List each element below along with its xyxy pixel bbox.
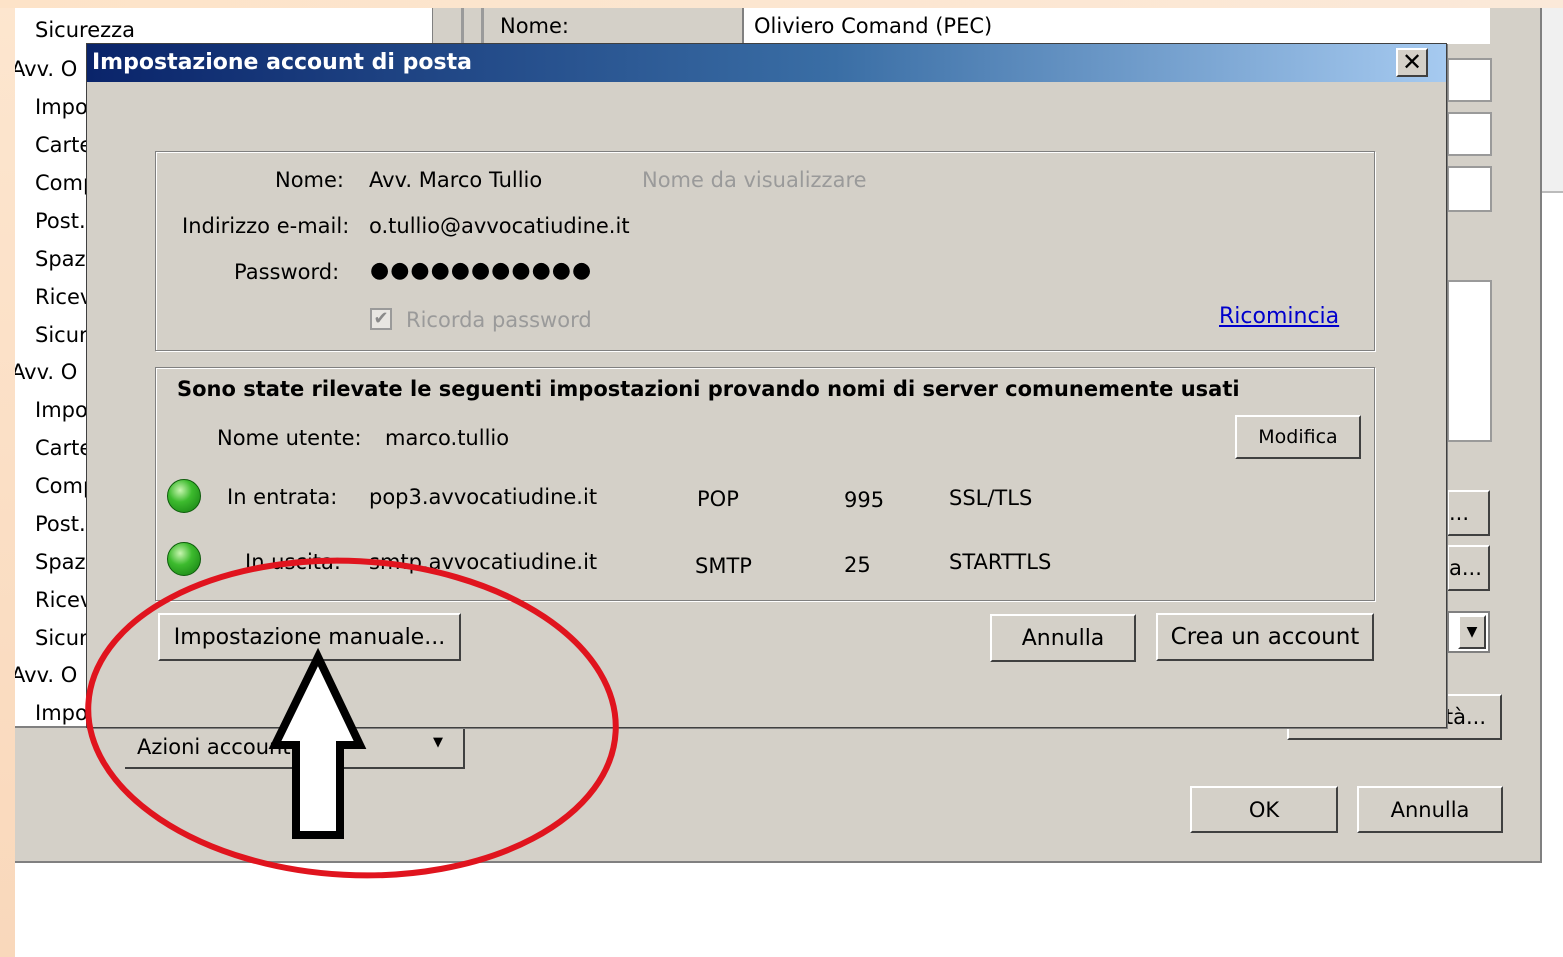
tree-item-account[interactable]: Avv. O <box>15 663 77 687</box>
pane-splitter[interactable] <box>433 8 485 48</box>
tree-item[interactable]: Sicur <box>35 626 88 650</box>
cancel-button[interactable]: Annulla <box>990 614 1136 662</box>
remember-password-label: Ricorda password <box>406 308 592 332</box>
ok-button[interactable]: OK <box>1190 786 1338 833</box>
bg-account-name-field[interactable]: Oliviero Comand (PEC) <box>742 8 1490 44</box>
dropdown-arrow-icon[interactable]: ▼ <box>1458 615 1486 649</box>
name-label: Nome: <box>275 168 345 192</box>
bg-dropdown[interactable]: ▼ <box>1447 611 1490 653</box>
tree-item[interactable]: Impo <box>35 701 88 725</box>
restart-link[interactable]: Ricomincia <box>1219 304 1339 329</box>
modify-button[interactable]: Modifica <box>1235 415 1361 459</box>
close-button[interactable]: ✕ <box>1396 48 1428 77</box>
email-field[interactable]: o.tullio@avvocatiudine.it <box>369 214 630 238</box>
detected-heading: Sono state rilevate le seguenti impostaz… <box>177 377 1240 401</box>
bg-partial-button[interactable]: ... <box>1447 490 1490 536</box>
green-status-icon <box>167 479 201 513</box>
bg-name-label: Nome: <box>500 14 570 38</box>
outgoing-port: 25 <box>844 553 871 577</box>
remember-password-checkbox[interactable]: ✔ <box>370 308 392 330</box>
password-label: Password: <box>234 260 340 284</box>
outgoing-security: STARTTLS <box>949 550 1052 574</box>
username-label: Nome utente: <box>217 426 362 450</box>
password-field[interactable]: ●●●●●●●●●●● <box>370 258 592 283</box>
tree-item[interactable]: Post. <box>35 512 86 536</box>
email-label: Indirizzo e-mail: <box>182 214 350 238</box>
tree-item[interactable]: Ricev <box>35 285 92 309</box>
bg-field[interactable] <box>1447 166 1492 212</box>
outgoing-protocol: SMTP <box>695 554 752 578</box>
incoming-port: 995 <box>844 488 885 512</box>
tree-item[interactable]: Impo <box>35 398 88 422</box>
tree-item-account[interactable]: Avv. O <box>15 360 77 384</box>
page-backdrop-left <box>0 0 15 957</box>
tree-item[interactable]: Carte <box>35 133 92 157</box>
dialog-title: Impostazione account di posta <box>92 50 472 75</box>
dialog-titlebar[interactable]: Impostazione account di posta ✕ <box>87 44 1446 82</box>
manual-setup-button[interactable]: Impostazione manuale... <box>158 613 461 661</box>
name-hint: Nome da visualizzare <box>642 168 867 192</box>
checkmark-icon: ✔ <box>373 308 389 329</box>
tree-item[interactable]: Ricev <box>35 588 92 612</box>
bg-textarea[interactable] <box>1447 280 1492 442</box>
bg-cancel-button[interactable]: Annulla <box>1357 786 1503 833</box>
account-actions-label: Azioni account <box>137 735 291 759</box>
incoming-security: SSL/TLS <box>949 486 1033 510</box>
tree-item[interactable]: Impo <box>35 95 88 119</box>
username-value: marco.tullio <box>385 426 510 450</box>
bg-scroll-edge <box>1542 8 1563 193</box>
tree-item[interactable]: Post. <box>35 209 86 233</box>
dropdown-arrow-icon: ▼ <box>433 735 443 750</box>
green-status-icon <box>167 542 201 576</box>
incoming-protocol: POP <box>697 487 739 511</box>
incoming-server: pop3.avvocatiudine.it <box>369 485 598 509</box>
bg-field[interactable] <box>1447 112 1492 156</box>
tree-item-account[interactable]: Avv. O <box>15 57 77 81</box>
account-actions-dropdown[interactable]: Azioni account ▼ <box>125 727 465 769</box>
incoming-label: In entrata: <box>227 485 338 509</box>
tree-item[interactable]: Spaz <box>35 550 86 574</box>
tree-item[interactable]: Spaz <box>35 247 86 271</box>
bg-partial-button[interactable]: a... <box>1447 545 1490 591</box>
tree-item[interactable]: Sicurezza <box>35 18 135 42</box>
create-account-button[interactable]: Crea un account <box>1156 613 1374 661</box>
page-backdrop-top <box>0 0 1563 8</box>
tree-item[interactable]: Sicur <box>35 323 88 347</box>
close-icon: ✕ <box>1401 48 1423 76</box>
name-field[interactable]: Avv. Marco Tullio <box>369 168 542 192</box>
mail-account-setup-dialog: Impostazione account di posta ✕ Nome: Av… <box>86 43 1447 728</box>
outgoing-server: smtp.avvocatiudine.it <box>369 550 598 574</box>
bg-field[interactable] <box>1447 58 1492 102</box>
outgoing-label: In uscita: <box>245 550 341 574</box>
tree-item[interactable]: Carte <box>35 436 92 460</box>
